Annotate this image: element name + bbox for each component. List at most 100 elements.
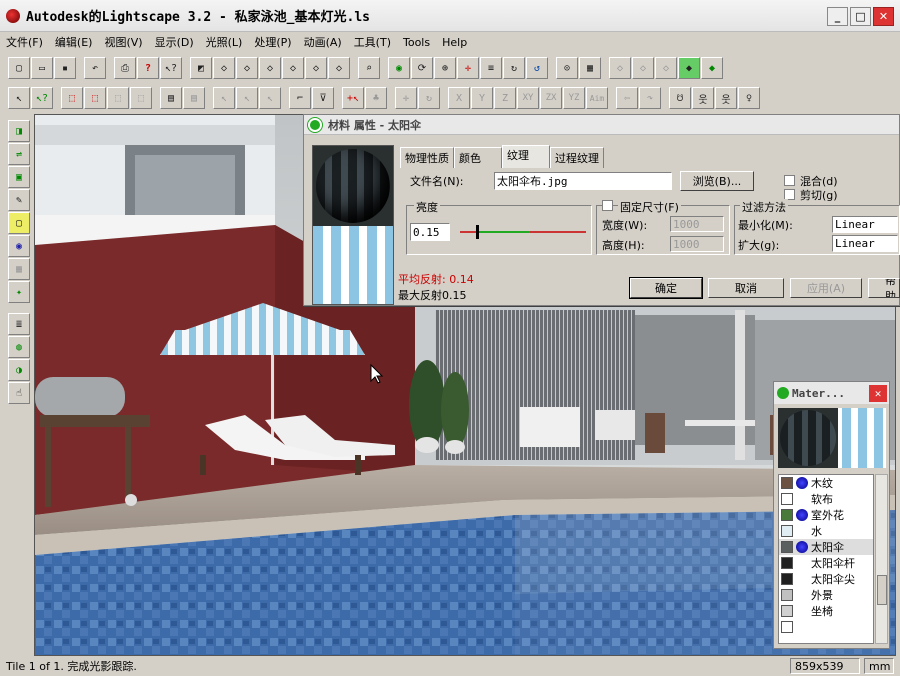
rotate2-icon[interactable]: ↻ — [418, 87, 440, 109]
grid-icon[interactable]: ▦ — [8, 258, 30, 280]
rotate-icon[interactable]: ↻ — [503, 57, 525, 79]
material-icon[interactable]: ◉ — [8, 235, 30, 257]
list-item[interactable]: 坐椅 — [779, 603, 873, 619]
cube4-icon[interactable]: ◇ — [282, 57, 304, 79]
apply-button[interactable]: 应用(A) — [790, 278, 862, 298]
dialog-title-bar[interactable]: 材料 属性 - 太阳伞 — [304, 115, 899, 135]
close-button[interactable]: ✕ — [873, 7, 894, 26]
ok-button[interactable]: 确定 — [629, 277, 703, 299]
list-item[interactable] — [779, 619, 873, 635]
menu-edit[interactable]: 编辑(E) — [55, 34, 93, 50]
width-input[interactable]: 1000 — [670, 216, 724, 232]
save-icon[interactable]: ▪ — [54, 57, 76, 79]
light-icon[interactable]: ✦ — [8, 281, 30, 303]
axis-z-button[interactable]: Z — [494, 87, 516, 109]
pencil-icon[interactable]: ✎ — [8, 189, 30, 211]
person1-icon[interactable]: ☋ — [669, 87, 691, 109]
axis-x-button[interactable]: X — [448, 87, 470, 109]
move-icon[interactable]: ✛ — [395, 87, 417, 109]
menu-tools[interactable]: Tools — [403, 36, 430, 49]
person-walk-icon[interactable]: 웃 — [692, 87, 714, 109]
filename-input[interactable]: 太阳伞布.jpg — [494, 172, 672, 190]
shaded-outline-icon[interactable]: ◇ — [655, 57, 677, 79]
maximize-button[interactable]: □ — [850, 7, 871, 26]
tab-physical[interactable]: 物理性质 — [400, 147, 454, 168]
axis-y-button[interactable]: Y — [471, 87, 493, 109]
block-icon[interactable]: ▣ — [8, 166, 30, 188]
select-tool2-icon[interactable]: ↖ — [236, 87, 258, 109]
brightness-slider-track[interactable] — [460, 225, 586, 239]
back-icon[interactable]: ⇦ — [616, 87, 638, 109]
brightness-slider-thumb[interactable] — [476, 225, 479, 239]
new-icon[interactable]: ▢ — [8, 57, 30, 79]
materials-scrollbar[interactable] — [875, 474, 888, 644]
blend-checkbox[interactable] — [784, 175, 795, 186]
materials-close-icon[interactable]: ✕ — [869, 384, 887, 402]
list-item[interactable]: 水 — [779, 523, 873, 539]
fit-icon[interactable]: ▦ — [579, 57, 601, 79]
hierarchy-icon[interactable]: ♣ — [365, 87, 387, 109]
add-icon[interactable]: +↖ — [342, 87, 364, 109]
list-item[interactable]: 太阳伞杆 — [779, 555, 873, 571]
select-icon[interactable]: ↖ — [8, 87, 30, 109]
brightness-input[interactable]: 0.15 — [410, 223, 450, 241]
arrows-icon[interactable]: ⇌ — [8, 143, 30, 165]
level-icon[interactable]: ≡ — [480, 57, 502, 79]
shaded-icon[interactable]: ◆ — [678, 57, 700, 79]
select-zoom-icon[interactable]: ⬚ — [84, 87, 106, 109]
wireframe-icon[interactable]: ◇ — [609, 57, 631, 79]
list-item[interactable]: 木纹 — [779, 475, 873, 491]
menu-view[interactable]: 视图(V) — [104, 34, 142, 50]
select-help-icon[interactable]: ↖? — [31, 87, 53, 109]
select-box-icon[interactable]: ⬚ — [61, 87, 83, 109]
cube6-icon[interactable]: ◇ — [328, 57, 350, 79]
forward-icon[interactable]: ↷ — [639, 87, 661, 109]
menu-process[interactable]: 处理(P) — [254, 34, 291, 50]
hand-icon[interactable]: ☝ — [8, 382, 30, 404]
stack-icon[interactable]: ≣ — [8, 313, 30, 335]
select-tool-icon[interactable]: ↖ — [213, 87, 235, 109]
list-item[interactable]: 软布 — [779, 491, 873, 507]
minimize-button[interactable]: _ — [827, 7, 848, 26]
magnify-icon[interactable]: ⊙ — [556, 57, 578, 79]
list-item-selected[interactable]: 太阳伞 — [779, 539, 873, 555]
cube2-icon[interactable]: ◇ — [236, 57, 258, 79]
menu-file[interactable]: 文件(F) — [6, 34, 43, 50]
undo-icon[interactable]: ↶ — [84, 57, 106, 79]
render-icon[interactable]: ◑ — [8, 359, 30, 381]
list-item[interactable]: 外景 — [779, 587, 873, 603]
zoom-icon[interactable]: ⌕ — [358, 57, 380, 79]
view-icon[interactable]: ◩ — [190, 57, 212, 79]
zoom-in-icon[interactable]: ⊕ — [434, 57, 456, 79]
help-button[interactable]: 帮助 — [868, 278, 900, 298]
menu-display[interactable]: 显示(D) — [155, 34, 194, 50]
select-tool3-icon[interactable]: ↖ — [259, 87, 281, 109]
axis-zx-button[interactable]: ZX — [540, 87, 562, 109]
yellow-box-icon[interactable]: ▢ — [8, 212, 30, 234]
browse-button[interactable]: 浏览(B)... — [680, 171, 754, 191]
doc-icon[interactable]: ▤ — [160, 87, 182, 109]
globe-icon[interactable]: ◍ — [8, 336, 30, 358]
hidden-line-icon[interactable]: ◇ — [632, 57, 654, 79]
cancel-button[interactable]: 取消 — [708, 278, 784, 298]
context-help-icon[interactable]: ↖? — [160, 57, 182, 79]
solid-icon[interactable]: ◆ — [701, 57, 723, 79]
pan-icon[interactable]: ✛ — [457, 57, 479, 79]
tab-texture[interactable]: 纹理 — [502, 145, 550, 168]
app-icon[interactable] — [6, 8, 20, 23]
select-a-icon[interactable]: ⬚ — [107, 87, 129, 109]
print-icon[interactable]: ⎙ — [114, 57, 136, 79]
person-run-icon[interactable]: 웃 — [715, 87, 737, 109]
open-icon[interactable]: ▭ — [31, 57, 53, 79]
cube5-icon[interactable]: ◇ — [305, 57, 327, 79]
menu-tools-cn[interactable]: 工具(T) — [354, 34, 391, 50]
minify-select[interactable]: Linear — [832, 216, 898, 233]
layer-icon[interactable]: ◨ — [8, 120, 30, 142]
cube3-icon[interactable]: ◇ — [259, 57, 281, 79]
aim-button[interactable]: Aim — [586, 87, 608, 109]
magnify-select[interactable]: Linear — [832, 235, 898, 252]
materials-list[interactable]: 木纹 软布 室外花 水 太阳伞 太阳伞杆 太阳伞尖 外景 坐椅 — [778, 474, 874, 644]
menu-light[interactable]: 光照(L) — [206, 34, 243, 50]
pick-icon[interactable]: ⌐ — [289, 87, 311, 109]
tab-procedural-texture[interactable]: 过程纹理 — [550, 147, 604, 168]
